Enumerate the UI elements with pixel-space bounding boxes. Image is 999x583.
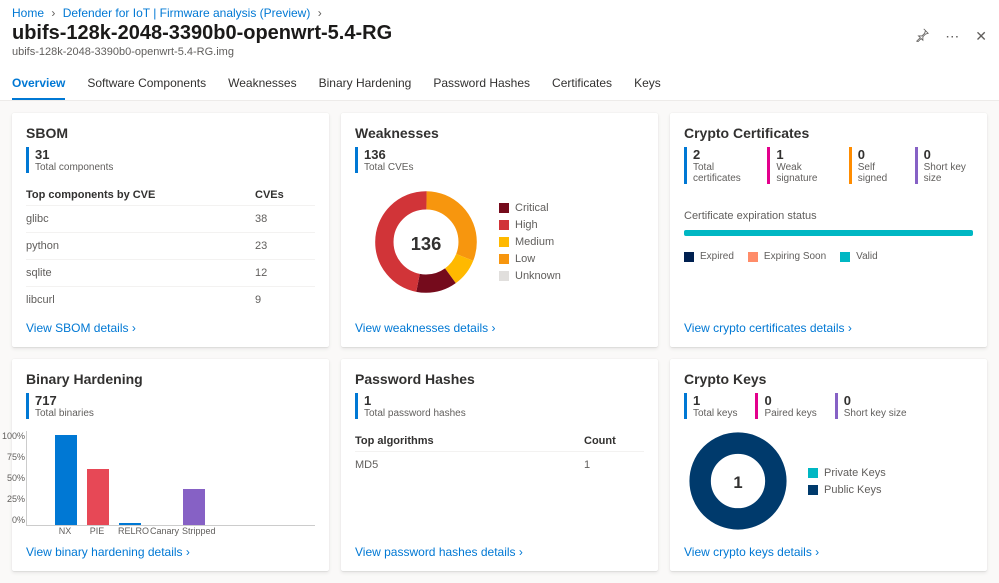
breadcrumb-home[interactable]: Home [12, 6, 44, 20]
keys-donut-chart: 1 [688, 431, 788, 531]
col-top-components: Top components by CVE [26, 189, 255, 201]
breadcrumb: Home › Defender for IoT | Firmware analy… [0, 0, 999, 20]
col-top-algorithms: Top algorithms [355, 435, 584, 447]
stat-label: Total password hashes [364, 408, 466, 419]
more-icon[interactable]: ⋯ [945, 28, 959, 45]
swatch-critical [499, 203, 509, 213]
swatch-expiring-soon [748, 252, 758, 262]
link-view-binary-hardening[interactable]: View binary hardening details [26, 537, 315, 559]
page-header: ubifs-128k-2048-3390b0-openwrt-5.4-RG ub… [0, 20, 999, 66]
card-crypto-certificates: Crypto Certificates 2Total certificates … [670, 113, 987, 347]
swatch-private-keys [808, 468, 818, 478]
card-title: Crypto Certificates [684, 125, 973, 141]
card-title: Password Hashes [355, 371, 644, 387]
weaknesses-legend: Critical High Medium Low Unknown [499, 197, 561, 287]
bar-stripped [183, 489, 205, 525]
swatch-high [499, 220, 509, 230]
breadcrumb-service[interactable]: Defender for IoT | Firmware analysis (Pr… [63, 6, 311, 20]
stat-label: Total components [35, 162, 113, 173]
tab-certificates[interactable]: Certificates [552, 72, 612, 100]
page-title: ubifs-128k-2048-3390b0-openwrt-5.4-RG [12, 22, 392, 45]
swatch-unknown [499, 271, 509, 281]
table-row: sqlite12 [26, 259, 315, 286]
card-title: SBOM [26, 125, 315, 141]
stat-total-hashes: 1 Total password hashes [355, 393, 466, 419]
tab-software-components[interactable]: Software Components [87, 72, 206, 100]
chevron-right-icon: › [51, 6, 55, 20]
stat-total-components: 31 Total components [26, 147, 113, 173]
tab-binary-hardening[interactable]: Binary Hardening [319, 72, 412, 100]
stat-paired-keys: 0Paired keys [755, 393, 816, 419]
page-subtitle: ubifs-128k-2048-3390b0-openwrt-5.4-RG.im… [12, 46, 392, 58]
stat-short-key-size: 0Short key size [835, 393, 907, 419]
tab-password-hashes[interactable]: Password Hashes [433, 72, 530, 100]
bar-nx [55, 435, 77, 525]
cert-expiration-bar [684, 230, 973, 236]
link-view-password-hashes[interactable]: View password hashes details [355, 537, 644, 559]
pin-icon[interactable] [915, 28, 929, 45]
table-row: libcurl9 [26, 286, 315, 313]
stat-self-signed: 0Self signed [849, 147, 897, 184]
bar-pie [87, 469, 109, 525]
card-sbom: SBOM 31 Total components Top components … [12, 113, 329, 347]
svg-text:1: 1 [733, 473, 742, 492]
col-count: Count [584, 435, 644, 447]
link-view-sbom[interactable]: View SBOM details [26, 313, 315, 335]
stat-total-keys: 1Total keys [684, 393, 737, 419]
chevron-right-icon: › [318, 6, 322, 20]
stat-value: 1 [364, 393, 466, 408]
cert-expiration-title: Certificate expiration status [684, 210, 973, 222]
tab-bar: Overview Software Components Weaknesses … [0, 66, 999, 101]
swatch-valid [840, 252, 850, 262]
keys-legend: Private Keys Public Keys [808, 462, 886, 501]
table-row: glibc38 [26, 205, 315, 232]
tab-keys[interactable]: Keys [634, 72, 661, 100]
stat-value: 136 [364, 147, 413, 162]
stat-value: 717 [35, 393, 94, 408]
card-title: Crypto Keys [684, 371, 973, 387]
stat-value: 31 [35, 147, 113, 162]
link-view-crypto-keys[interactable]: View crypto keys details [684, 537, 973, 559]
stat-total-binaries: 717 Total binaries [26, 393, 94, 419]
password-table: Top algorithms Count MD51 [355, 431, 644, 478]
tab-weaknesses[interactable]: Weaknesses [228, 72, 296, 100]
swatch-expired [684, 252, 694, 262]
card-title: Weaknesses [355, 125, 644, 141]
stat-total-cves: 136 Total CVEs [355, 147, 413, 173]
table-row: MD51 [355, 451, 644, 478]
link-view-weaknesses[interactable]: View weaknesses details [355, 313, 644, 335]
table-row: python23 [26, 232, 315, 259]
bar-relro [119, 523, 141, 525]
swatch-public-keys [808, 485, 818, 495]
card-binary-hardening: Binary Hardening 717 Total binaries 100%… [12, 359, 329, 571]
card-weaknesses: Weaknesses 136 Total CVEs 136 Critical H… [341, 113, 658, 347]
cert-legend: Expired Expiring Soon Valid [684, 246, 973, 267]
binary-hardening-chart: 100% 75% 50% 25% 0% [26, 431, 315, 526]
card-password-hashes: Password Hashes 1 Total password hashes … [341, 359, 658, 571]
col-cves: CVEs [255, 189, 315, 201]
card-crypto-keys: Crypto Keys 1Total keys 0Paired keys 0Sh… [670, 359, 987, 571]
stat-weak-signature: 1Weak signature [767, 147, 830, 184]
card-title: Binary Hardening [26, 371, 315, 387]
swatch-low [499, 254, 509, 264]
link-view-certificates[interactable]: View crypto certificates details [684, 313, 973, 335]
tab-overview[interactable]: Overview [12, 72, 65, 100]
stat-total-certs: 2Total certificates [684, 147, 749, 184]
stat-label: Total binaries [35, 408, 94, 419]
swatch-medium [499, 237, 509, 247]
svg-text:136: 136 [411, 233, 442, 254]
weaknesses-donut-chart: 136 [371, 187, 481, 297]
stat-label: Total CVEs [364, 162, 413, 173]
sbom-table: Top components by CVE CVEs glibc38 pytho… [26, 185, 315, 313]
close-icon[interactable]: ✕ [975, 28, 987, 45]
stat-short-key: 0Short key size [915, 147, 973, 184]
